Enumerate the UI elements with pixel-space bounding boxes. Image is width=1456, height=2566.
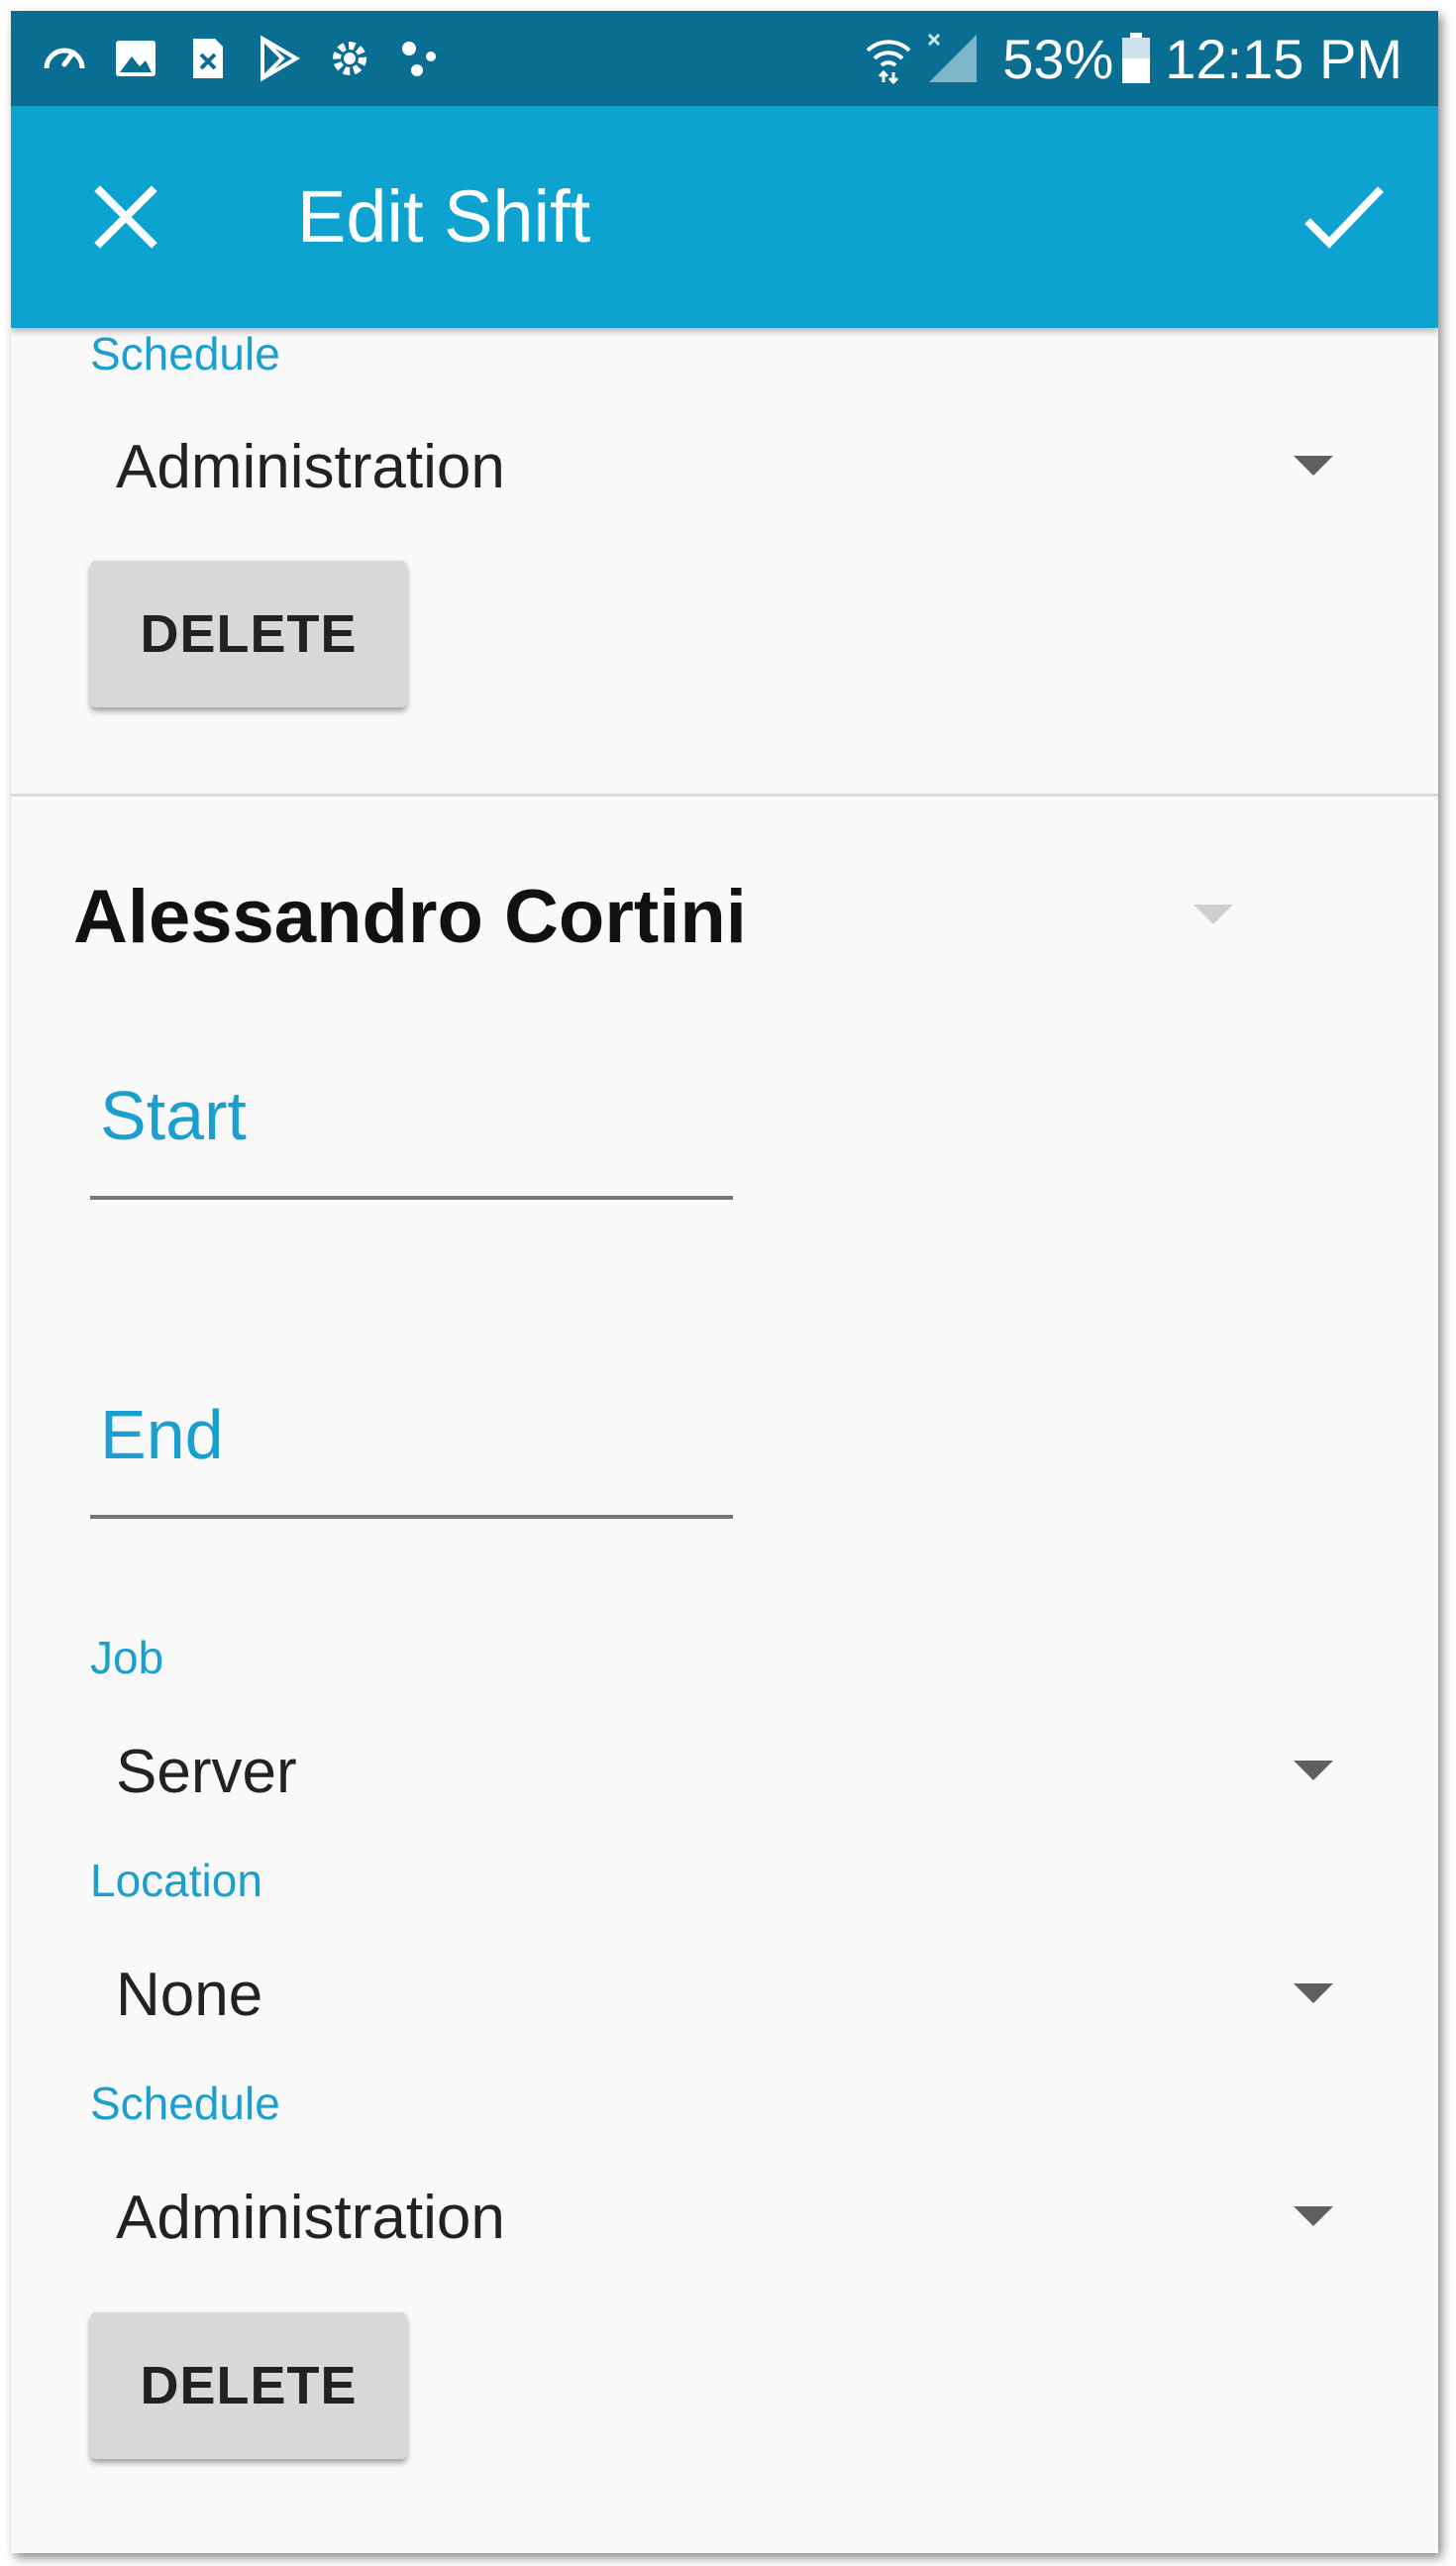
wifi-icon: [864, 33, 913, 84]
schedule-select[interactable]: Administration: [100, 416, 1333, 511]
app-bar: Edit Shift: [11, 106, 1438, 328]
schedule-label: Schedule: [90, 2078, 280, 2129]
clock: 12:15 PM: [1165, 27, 1403, 90]
speedometer-icon: [41, 35, 88, 82]
delete-button[interactable]: DELETE: [90, 561, 407, 707]
battery-icon: [1121, 33, 1151, 84]
close-icon: [94, 185, 157, 249]
job-select[interactable]: Server: [100, 1721, 1333, 1816]
job-value: Server: [116, 1738, 297, 1806]
close-button[interactable]: [90, 181, 161, 253]
status-bar: 53% 12:15 PM: [11, 11, 1438, 106]
location-select[interactable]: None: [100, 1944, 1333, 2039]
battery-percent: 53%: [1002, 27, 1114, 90]
image-icon: [112, 35, 159, 82]
gear-cog-icon: [326, 35, 373, 82]
schedule-value: Administration: [116, 433, 505, 501]
dropdown-arrow-icon: [1294, 1983, 1333, 2003]
start-field[interactable]: Start: [90, 1071, 733, 1200]
save-button[interactable]: [1301, 181, 1387, 253]
dots-icon: [397, 35, 445, 82]
location-value: None: [116, 1961, 263, 2029]
job-label: Job: [90, 1632, 164, 1683]
delete-button[interactable]: DELETE: [90, 2312, 407, 2459]
check-icon: [1304, 186, 1384, 249]
dropdown-arrow-icon: [1294, 456, 1333, 476]
phone-screen: 53% 12:15 PM Edit Shift Schedule Adminis…: [11, 11, 1438, 2553]
start-label: Start: [100, 1077, 247, 1154]
location-label: Location: [90, 1855, 262, 1906]
dropdown-arrow-icon: [1294, 2206, 1333, 2226]
employee-dropdown-arrow-icon[interactable]: [1194, 905, 1233, 924]
end-underline: [90, 1515, 733, 1519]
employee-name[interactable]: Alessandro Cortini: [73, 873, 747, 962]
start-underline: [90, 1196, 733, 1200]
section-divider: [11, 794, 1438, 797]
play-store-icon: [255, 35, 302, 82]
end-label: End: [100, 1396, 224, 1473]
signal-icon: [925, 31, 981, 86]
schedule-select[interactable]: Administration: [100, 2167, 1333, 2262]
schedule-label: Schedule: [90, 328, 280, 379]
dropdown-arrow-icon: [1294, 1761, 1333, 1780]
schedule-value: Administration: [116, 2184, 505, 2252]
end-field[interactable]: End: [90, 1390, 733, 1519]
sim-x-icon: [183, 35, 231, 82]
page-title: Edit Shift: [297, 175, 591, 258]
